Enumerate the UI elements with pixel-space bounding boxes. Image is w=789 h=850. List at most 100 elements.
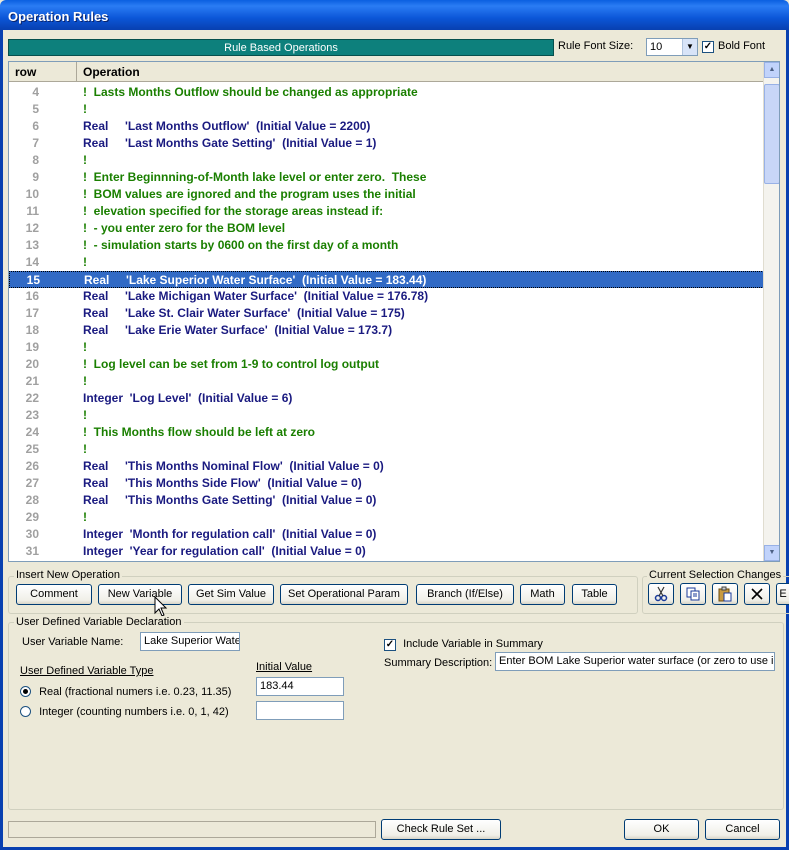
grid-row[interactable]: 23! bbox=[9, 407, 764, 424]
real-type-radio[interactable]: Real (fractional numers i.e. 0.23, 11.35… bbox=[20, 686, 231, 698]
rule-banner: Rule Based Operations bbox=[8, 39, 554, 56]
row-number: 9 bbox=[32, 170, 39, 184]
grid-row[interactable]: 24 ! This Months flow should be left at z… bbox=[9, 424, 764, 441]
more-edit-button[interactable]: E bbox=[776, 583, 789, 605]
check-icon[interactable]: ✓ bbox=[384, 639, 396, 651]
branch-button[interactable]: Branch (If/Else) bbox=[416, 584, 514, 605]
row-number: 29 bbox=[25, 510, 39, 524]
cancel-button[interactable]: Cancel bbox=[705, 819, 780, 840]
column-header-operation[interactable]: Operation bbox=[77, 62, 140, 82]
comment-button[interactable]: Comment bbox=[16, 584, 92, 605]
grid-row[interactable]: 29! bbox=[9, 509, 764, 526]
grid-row[interactable]: 21! bbox=[9, 373, 764, 390]
grid-row[interactable]: 27 Real 'This Months Side Flow' (Initial … bbox=[9, 475, 764, 492]
operation-text: Integer 'Month for regulation call' (Ini… bbox=[83, 527, 377, 541]
operation-text: Real 'Last Months Gate Setting' (Initial… bbox=[83, 136, 377, 150]
include-summary-checkbox[interactable]: ✓ Include Variable in Summary bbox=[384, 638, 543, 651]
grid-row[interactable]: 10 ! BOM values are ignored and the progr… bbox=[9, 186, 764, 203]
grid-row[interactable]: 8! bbox=[9, 152, 764, 169]
grid-row[interactable]: 26 Real 'This Months Nominal Flow' (Initi… bbox=[9, 458, 764, 475]
grid-row[interactable]: 30 Integer 'Month for regulation call' (I… bbox=[9, 526, 764, 543]
grid-row[interactable]: 22 Integer 'Log Level' (Initial Value = 6… bbox=[9, 390, 764, 407]
row-number: 27 bbox=[25, 476, 39, 490]
variable-name-label: User Variable Name: bbox=[22, 636, 124, 648]
operation-text: Integer 'Year for regulation call' (Init… bbox=[83, 544, 366, 558]
column-header-row[interactable]: row bbox=[9, 62, 77, 82]
grid-row[interactable]: 20 ! Log level can be set from 1-9 to con… bbox=[9, 356, 764, 373]
operation-text: ! Log level can be set from 1-9 to contr… bbox=[83, 357, 380, 371]
variable-name-input[interactable]: Lake Superior Wate bbox=[140, 632, 240, 651]
operation-text: ! bbox=[83, 374, 87, 388]
grid-row[interactable]: 19! bbox=[9, 339, 764, 356]
grid-row[interactable]: 13 ! - simulation starts by 0600 on the f… bbox=[9, 237, 764, 254]
grid-row[interactable]: 17 Real 'Lake St. Clair Water Surface' (I… bbox=[9, 305, 764, 322]
ok-button[interactable]: OK bbox=[624, 819, 699, 840]
operation-text: ! bbox=[83, 442, 87, 456]
bold-font-checkbox[interactable]: ✓ Bold Font bbox=[702, 40, 765, 53]
scroll-thumb[interactable] bbox=[764, 84, 779, 184]
grid-row[interactable]: 18 Real 'Lake Erie Water Surface' (Initia… bbox=[9, 322, 764, 339]
operation-text: Integer 'Log Level' (Initial Value = 6) bbox=[83, 391, 293, 405]
font-size-select[interactable]: 10 ▼ bbox=[646, 38, 698, 56]
operation-text: ! Lasts Months Outflow should be changed… bbox=[83, 85, 418, 99]
grid-row[interactable]: 16 Real 'Lake Michigan Water Surface' (In… bbox=[9, 288, 764, 305]
radio-unselected-icon[interactable] bbox=[20, 706, 31, 717]
grid-row[interactable]: 5! bbox=[9, 101, 764, 118]
table-button[interactable]: Table bbox=[572, 584, 617, 605]
integer-type-label: Integer (counting numbers i.e. 0, 1, 42) bbox=[39, 706, 229, 718]
operation-text: ! bbox=[83, 102, 87, 116]
chevron-down-icon[interactable]: ▼ bbox=[682, 39, 697, 55]
row-number: 21 bbox=[25, 374, 39, 388]
scroll-down-icon[interactable]: ▼ bbox=[764, 545, 779, 561]
new-variable-button[interactable]: New Variable bbox=[98, 584, 182, 605]
window-titlebar: Operation Rules bbox=[0, 0, 789, 30]
operation-text: Real 'Lake St. Clair Water Surface' (Ini… bbox=[83, 306, 405, 320]
window-title: Operation Rules bbox=[8, 9, 109, 24]
operation-text: Real 'Lake Michigan Water Surface' (Init… bbox=[83, 289, 429, 303]
operation-text: ! bbox=[83, 408, 87, 422]
operations-grid[interactable]: row Operation 4 ! Lasts Months Outflow sh… bbox=[8, 61, 780, 562]
row-number: 8 bbox=[32, 153, 39, 167]
summary-description-input[interactable]: Enter BOM Lake Superior water surface (o… bbox=[495, 652, 775, 671]
integer-initial-value-input[interactable] bbox=[256, 701, 344, 720]
real-initial-value-input[interactable]: 183.44 bbox=[256, 677, 344, 696]
grid-row[interactable]: 11 ! elevation specified for the storage … bbox=[9, 203, 764, 220]
operation-text: Real 'This Months Nominal Flow' (Initial… bbox=[83, 459, 384, 473]
row-number: 14 bbox=[25, 255, 39, 269]
delete-icon[interactable] bbox=[744, 583, 770, 605]
operation-text: Real 'Lake Erie Water Surface' (Initial … bbox=[83, 323, 393, 337]
set-operational-param-button[interactable]: Set Operational Param bbox=[280, 584, 408, 605]
row-number: 13 bbox=[25, 238, 39, 252]
paste-icon[interactable] bbox=[712, 583, 738, 605]
grid-row[interactable]: 25! bbox=[9, 441, 764, 458]
grid-row[interactable]: 15 Real 'Lake Superior Water Surface' (In… bbox=[9, 271, 764, 288]
copy-icon[interactable] bbox=[680, 583, 706, 605]
scroll-up-icon[interactable]: ▲ bbox=[764, 62, 779, 78]
row-number: 25 bbox=[25, 442, 39, 456]
radio-selected-icon[interactable] bbox=[20, 686, 31, 697]
grid-row[interactable]: 9 ! Enter Beginnning-of-Month lake level … bbox=[9, 169, 764, 186]
operation-text: Real 'Last Months Outflow' (Initial Valu… bbox=[83, 119, 371, 133]
check-icon[interactable]: ✓ bbox=[702, 41, 714, 53]
grid-row[interactable]: 14! bbox=[9, 254, 764, 271]
row-number: 7 bbox=[32, 136, 39, 150]
math-button[interactable]: Math bbox=[520, 584, 565, 605]
grid-row[interactable]: 7 Real 'Last Months Gate Setting' (Initia… bbox=[9, 135, 764, 152]
integer-type-radio[interactable]: Integer (counting numbers i.e. 0, 1, 42) bbox=[20, 706, 229, 718]
grid-row[interactable]: 28 Real 'This Months Gate Setting' (Initi… bbox=[9, 492, 764, 509]
grid-row[interactable]: 12 ! - you enter zero for the BOM level bbox=[9, 220, 764, 237]
operation-text: ! bbox=[83, 153, 87, 167]
operation-text: ! elevation specified for the storage ar… bbox=[83, 204, 384, 218]
cut-icon[interactable] bbox=[648, 583, 674, 605]
row-number: 23 bbox=[25, 408, 39, 422]
vertical-scrollbar[interactable]: ▲ ▼ bbox=[763, 62, 779, 561]
row-number: 31 bbox=[25, 544, 39, 558]
grid-header: row Operation bbox=[9, 62, 764, 82]
operation-text: Real 'Lake Superior Water Surface' (Init… bbox=[84, 273, 427, 287]
get-sim-value-button[interactable]: Get Sim Value bbox=[188, 584, 274, 605]
row-number: 5 bbox=[32, 102, 39, 116]
grid-row[interactable]: 6 Real 'Last Months Outflow' (Initial Val… bbox=[9, 118, 764, 135]
check-rule-set-button[interactable]: Check Rule Set ... bbox=[381, 819, 501, 840]
grid-row[interactable]: 31 Integer 'Year for regulation call' (In… bbox=[9, 543, 764, 560]
grid-row[interactable]: 4 ! Lasts Months Outflow should be change… bbox=[9, 84, 764, 101]
